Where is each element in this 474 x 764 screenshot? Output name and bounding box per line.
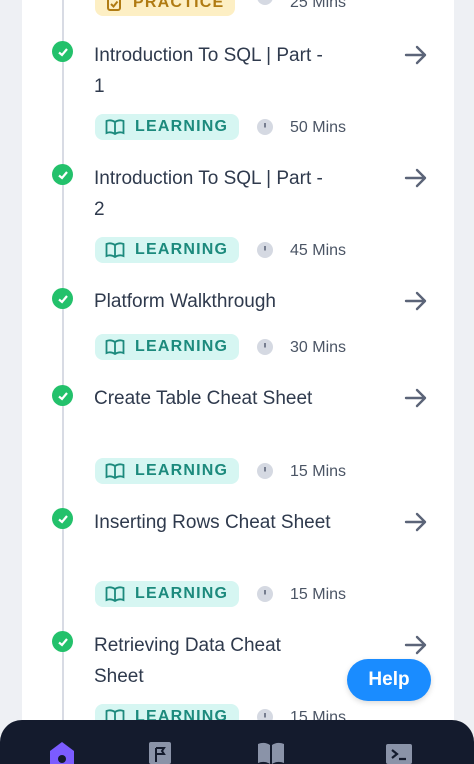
open-book-icon — [105, 463, 125, 479]
help-button[interactable]: Help — [347, 659, 431, 701]
duration-text: 45 Mins — [290, 242, 347, 259]
book-icon[interactable] — [256, 740, 286, 764]
arrow-right-icon[interactable] — [402, 384, 430, 412]
timeline-line — [62, 0, 64, 740]
duration-text: 15 Mins — [290, 463, 347, 480]
clock-icon — [257, 586, 273, 602]
learning-badge: LEARNING — [95, 237, 240, 263]
open-book-icon — [105, 586, 125, 602]
completed-check-icon — [52, 631, 73, 652]
badge-label: LEARNING — [135, 241, 229, 258]
duration-text: 15 Mins — [290, 586, 347, 603]
duration-text: 30 Mins — [290, 339, 347, 356]
clipboard-check-icon — [107, 0, 121, 11]
learning-badge: LEARNING — [95, 458, 240, 484]
arrow-right-icon[interactable] — [402, 287, 430, 315]
item-title[interactable]: Retrieving Data Cheat Sheet — [94, 630, 334, 692]
learning-badge: LEARNING — [95, 334, 240, 360]
item-title[interactable]: Inserting Rows Cheat Sheet — [94, 507, 334, 538]
badge-label: LEARNING — [135, 462, 229, 479]
item-title[interactable]: Create Table Cheat Sheet — [94, 383, 334, 414]
arrow-right-icon[interactable] — [402, 41, 430, 69]
practice-badge: PRACTICE — [95, 0, 236, 16]
completed-check-icon — [52, 385, 73, 406]
item-title[interactable]: Introduction To SQL | Part - 1 — [94, 40, 334, 102]
learning-badge: LEARNING — [95, 581, 240, 607]
bottom-navigation-bar — [0, 720, 474, 764]
arrow-right-icon[interactable] — [402, 631, 430, 659]
course-flag-icon[interactable] — [145, 740, 175, 764]
open-book-icon — [105, 242, 125, 258]
home-icon[interactable] — [47, 740, 77, 764]
clock-icon — [257, 339, 273, 355]
completed-check-icon — [52, 288, 73, 309]
duration-text: 25 Mins — [290, 0, 347, 11]
duration-text: 50 Mins — [290, 119, 347, 136]
badge-label: LEARNING — [135, 338, 229, 355]
clock-icon — [257, 463, 273, 479]
clock-icon — [257, 242, 273, 258]
clock-icon — [257, 119, 273, 135]
arrow-right-icon[interactable] — [402, 508, 430, 536]
open-book-icon — [105, 339, 125, 355]
badge-label: LEARNING — [135, 118, 229, 135]
completed-check-icon — [52, 41, 73, 62]
item-title[interactable]: Introduction To SQL | Part - 2 — [94, 163, 334, 225]
open-book-icon — [105, 119, 125, 135]
clock-icon — [257, 0, 273, 5]
learning-badge: LEARNING — [95, 114, 240, 140]
badge-label: PRACTICE — [133, 0, 225, 11]
completed-check-icon — [52, 164, 73, 185]
badge-label: LEARNING — [135, 585, 229, 602]
item-title[interactable]: Platform Walkthrough — [94, 286, 334, 317]
completed-check-icon — [52, 508, 73, 529]
arrow-right-icon[interactable] — [402, 164, 430, 192]
terminal-icon[interactable] — [384, 740, 414, 764]
